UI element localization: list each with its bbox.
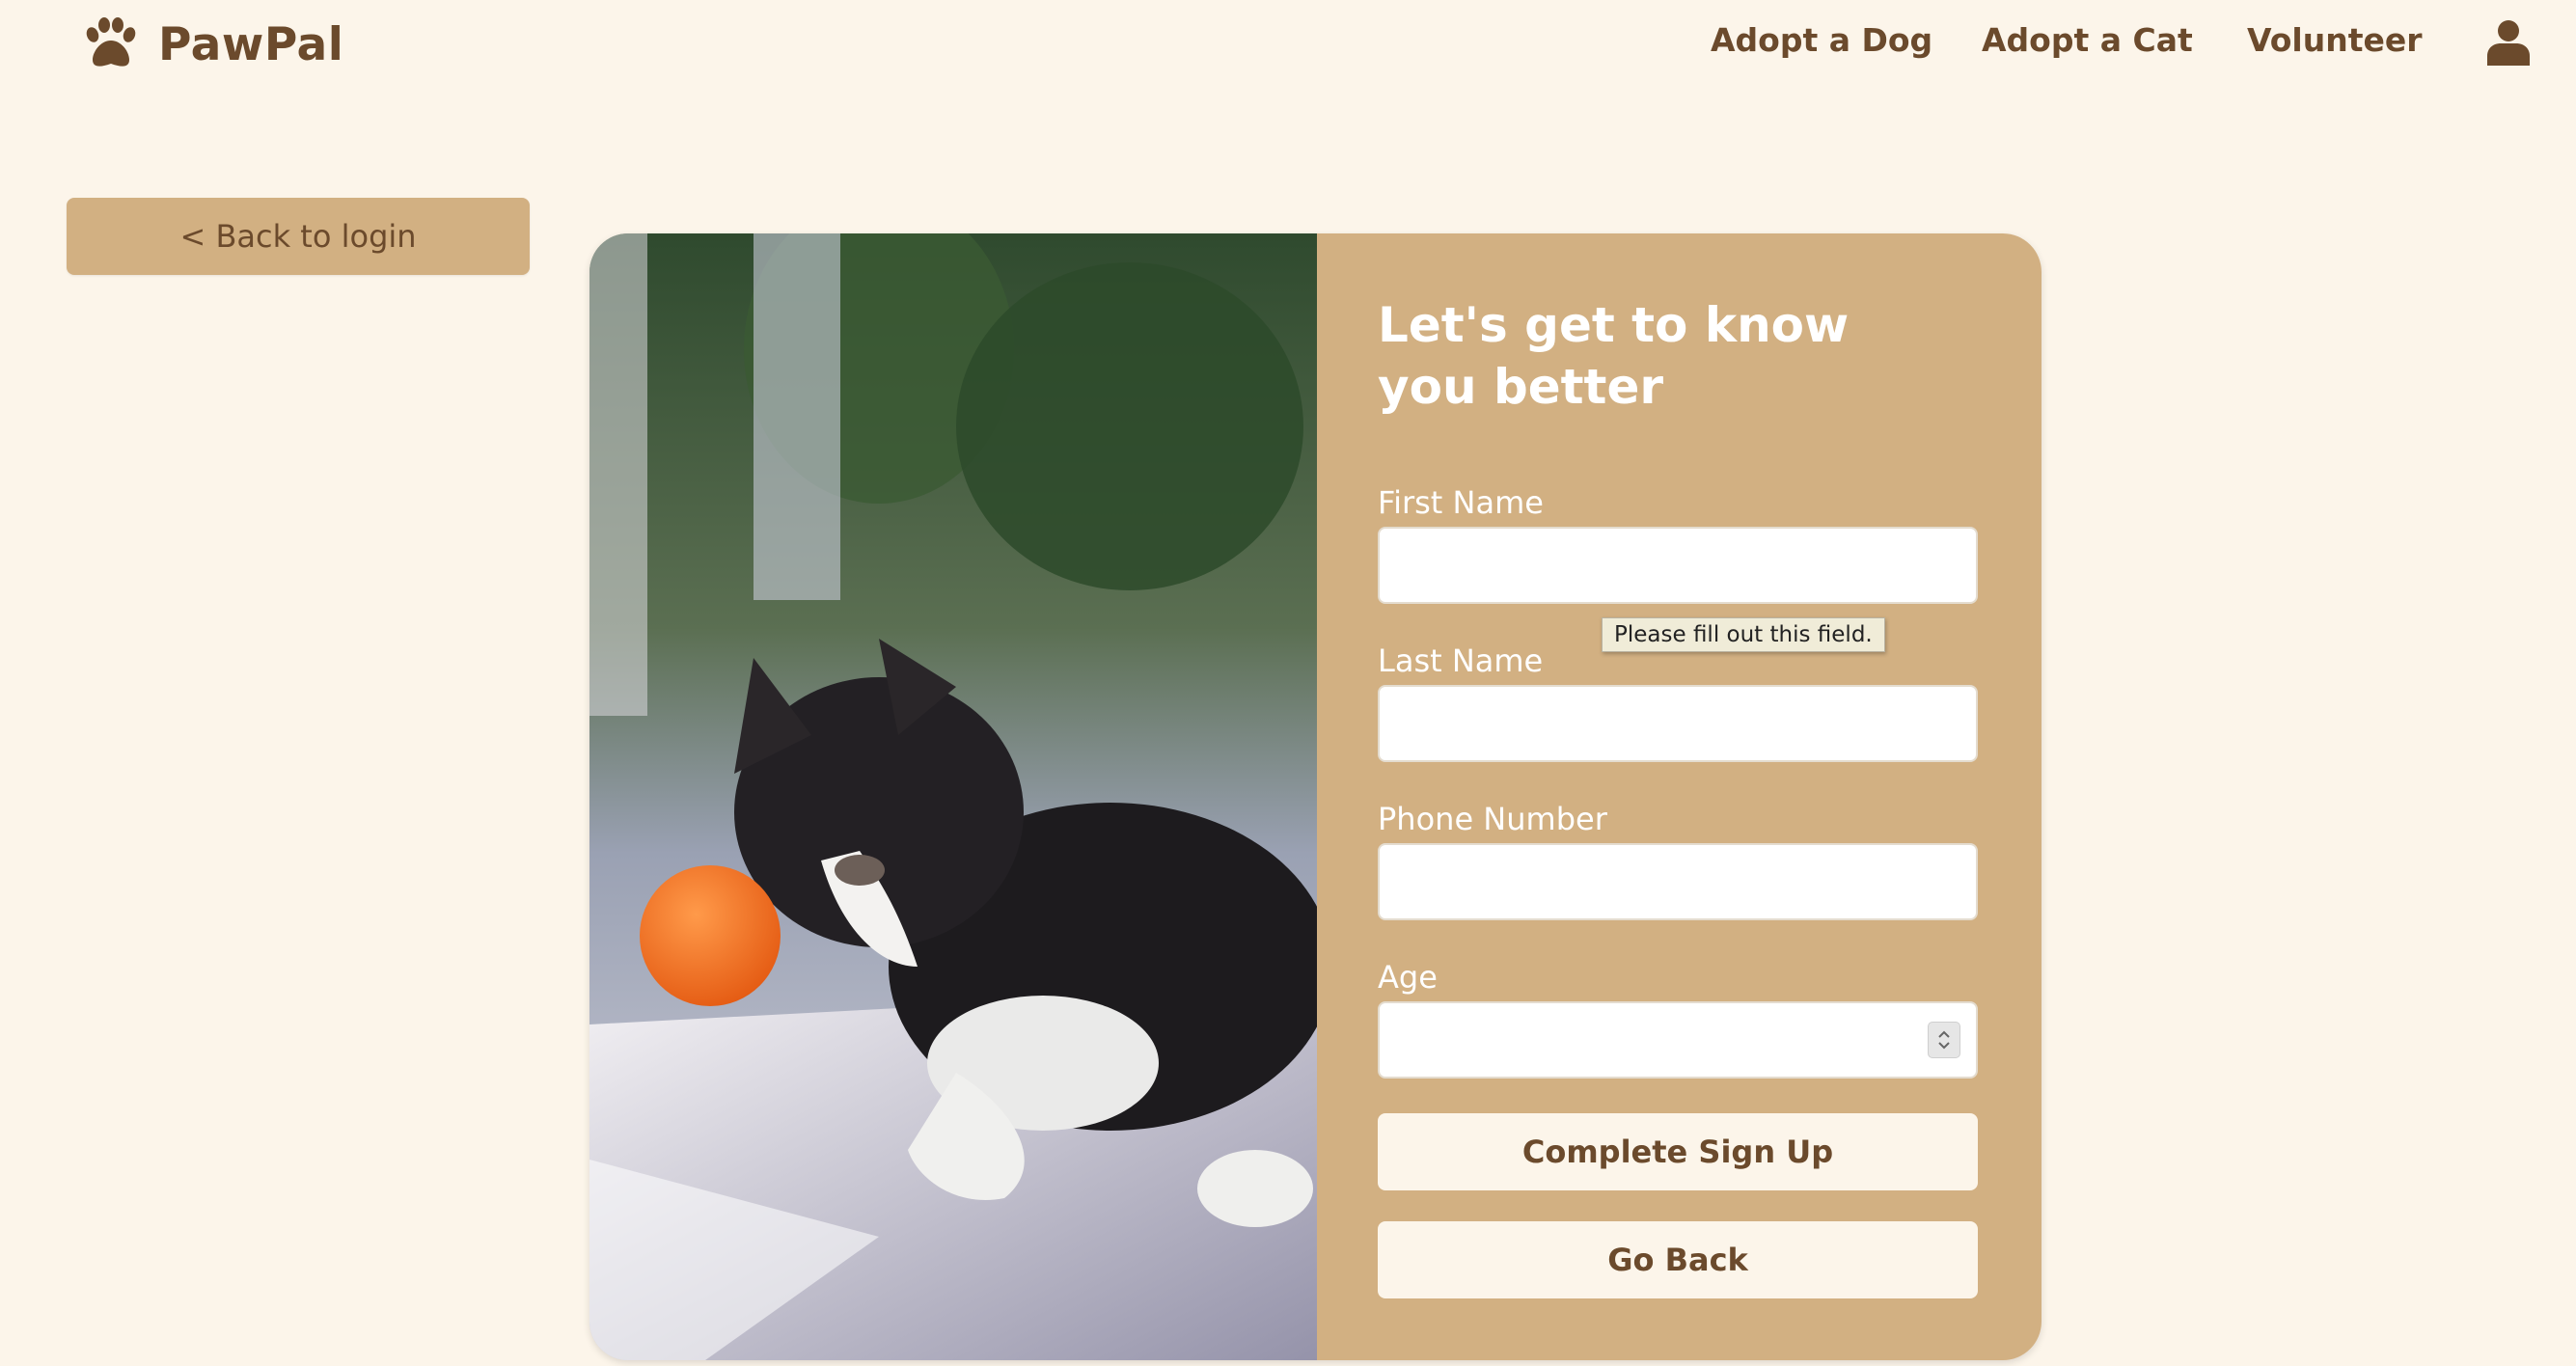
complete-sign-up-button[interactable]: Complete Sign Up xyxy=(1378,1113,1978,1190)
form-panel xyxy=(1317,233,2042,1360)
phone-number-input[interactable] xyxy=(1378,843,1978,920)
signup-card xyxy=(589,233,2042,1360)
brand-logo[interactable]: PawPal xyxy=(79,14,343,75)
brand-name: PawPal xyxy=(158,17,344,71)
user-icon[interactable] xyxy=(2487,19,2530,66)
stepper-arrows-icon xyxy=(1938,1030,1950,1050)
nav-adopt-cat[interactable]: Adopt a Cat xyxy=(1982,21,2193,59)
last-name-input[interactable] xyxy=(1378,685,1978,762)
back-to-login-button[interactable]: < Back to login xyxy=(67,198,530,275)
kitten-photo xyxy=(589,233,1317,1360)
paw-icon xyxy=(86,17,136,67)
nav-adopt-dog[interactable]: Adopt a Dog xyxy=(1711,21,1932,59)
age-input[interactable] xyxy=(1378,1001,1978,1079)
age-stepper[interactable] xyxy=(1928,1022,1960,1058)
first-name-input[interactable] xyxy=(1378,527,1978,604)
nav-volunteer[interactable]: Volunteer xyxy=(2247,21,2423,59)
go-back-button[interactable]: Go Back xyxy=(1378,1221,1978,1298)
validation-tooltip: Please fill out this field. xyxy=(1602,617,1885,652)
